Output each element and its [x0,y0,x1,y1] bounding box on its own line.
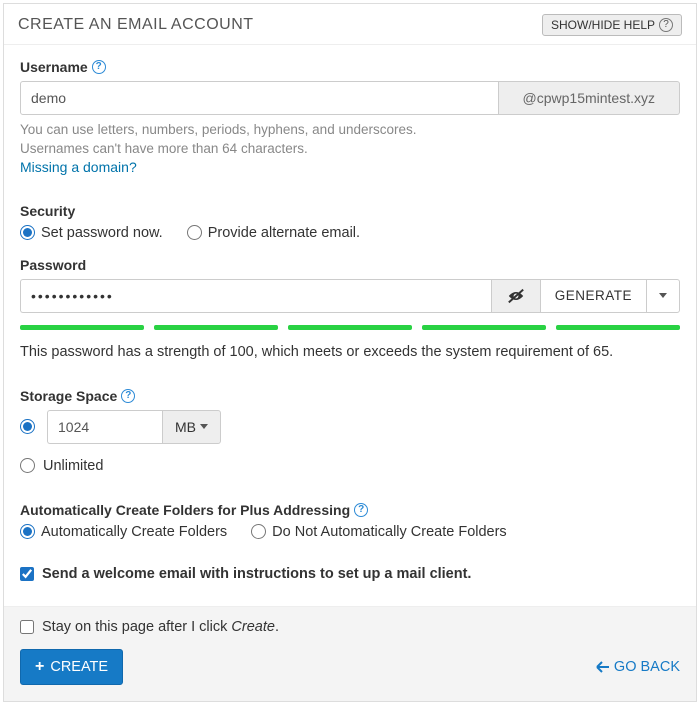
stay-on-page-row: Stay on this page after I click Create. [20,619,680,635]
security-radio-group: Set password now. Provide alternate emai… [20,225,680,241]
create-email-panel: CREATE AN EMAIL ACCOUNT SHOW/HIDE HELP ?… [3,3,697,702]
storage-label: Storage Space ? [20,388,680,404]
show-hide-help-button[interactable]: SHOW/HIDE HELP ? [542,14,682,36]
generate-password-button[interactable]: GENERATE [540,279,646,313]
radio-set-password-now-input[interactable] [20,225,35,240]
panel-header: CREATE AN EMAIL ACCOUNT SHOW/HIDE HELP ? [4,4,696,45]
radio-set-password-now[interactable]: Set password now. [20,225,163,241]
question-circle-icon[interactable]: ? [121,389,135,403]
username-label-text: Username [20,59,88,75]
storage-unit-dropdown[interactable]: MB [162,410,221,444]
plus-icon: + [35,659,44,675]
footer-actions: + CREATE GO BACK [20,649,680,685]
radio-no-auto-create-folders-input[interactable] [251,524,266,539]
radio-storage-unlimited[interactable] [20,458,35,473]
security-label: Security [20,203,680,219]
question-circle-icon[interactable]: ? [92,60,106,74]
password-label: Password [20,257,680,273]
username-label: Username ? [20,59,680,75]
plus-addressing-radio-group: Automatically Create Folders Do Not Auto… [20,524,680,540]
welcome-email-row: Send a welcome email with instructions t… [20,566,680,582]
radio-no-auto-create-folders-label: Do Not Automatically Create Folders [272,524,507,540]
help-button-label: SHOW/HIDE HELP [551,18,655,32]
checkbox-welcome-email[interactable] [20,567,34,581]
stay-on-page-label: Stay on this page after I click Create. [42,619,279,635]
strength-segment [422,325,546,330]
page-title: CREATE AN EMAIL ACCOUNT [18,16,254,34]
radio-provide-alternate-email-label: Provide alternate email. [208,225,360,241]
password-strength-meter [20,325,680,330]
password-input-group: GENERATE [20,279,680,313]
question-circle-icon[interactable]: ? [354,503,368,517]
create-button[interactable]: + CREATE [20,649,123,685]
plus-addressing-label: Automatically Create Folders for Plus Ad… [20,502,680,518]
strength-segment [154,325,278,330]
go-back-link[interactable]: GO BACK [596,659,680,675]
panel-body: Username ? @cpwp15mintest.xyz You can us… [4,45,696,606]
arrow-left-icon [596,661,610,673]
missing-domain-link[interactable]: Missing a domain? [20,159,680,175]
welcome-email-label: Send a welcome email with instructions t… [42,566,471,582]
plus-addressing-label-text: Automatically Create Folders for Plus Ad… [20,502,350,518]
storage-label-text: Storage Space [20,388,117,404]
stay-post: . [275,619,279,635]
generate-password-dropdown[interactable] [646,279,680,313]
radio-storage-unlimited-label: Unlimited [43,458,103,474]
radio-storage-custom[interactable] [20,419,35,434]
radio-provide-alternate-email[interactable]: Provide alternate email. [187,225,360,241]
strength-segment [20,325,144,330]
radio-auto-create-folders[interactable]: Automatically Create Folders [20,524,227,540]
stay-pre: Stay on this page after I click [42,619,231,635]
password-strength-text: This password has a strength of 100, whi… [20,344,680,360]
storage-input[interactable] [47,410,162,444]
go-back-label: GO BACK [614,659,680,675]
stay-em: Create [231,619,275,635]
username-input[interactable] [20,81,499,115]
domain-addon: @cpwp15mintest.xyz [499,81,680,115]
strength-segment [288,325,412,330]
password-input[interactable] [20,279,491,313]
username-hint-1: You can use letters, numbers, periods, h… [20,121,680,140]
strength-segment [556,325,680,330]
panel-footer: Stay on this page after I click Create. … [4,606,696,701]
checkbox-stay-on-page[interactable] [20,620,34,634]
radio-auto-create-folders-input[interactable] [20,524,35,539]
toggle-password-visibility-button[interactable] [491,279,540,313]
storage-unit-label: MB [175,419,196,435]
question-circle-icon: ? [659,18,673,32]
create-button-label: CREATE [50,659,108,675]
username-hint-2: Usernames can't have more than 64 charac… [20,140,680,159]
radio-provide-alternate-email-input[interactable] [187,225,202,240]
eye-slash-icon [506,288,526,304]
radio-no-auto-create-folders[interactable]: Do Not Automatically Create Folders [251,524,507,540]
chevron-down-icon [200,424,208,429]
radio-set-password-now-label: Set password now. [41,225,163,241]
chevron-down-icon [659,293,667,298]
username-input-group: @cpwp15mintest.xyz [20,81,680,115]
storage-radio-custom: MB [20,410,680,444]
radio-auto-create-folders-label: Automatically Create Folders [41,524,227,540]
storage-radio-unlimited: Unlimited [20,458,680,474]
